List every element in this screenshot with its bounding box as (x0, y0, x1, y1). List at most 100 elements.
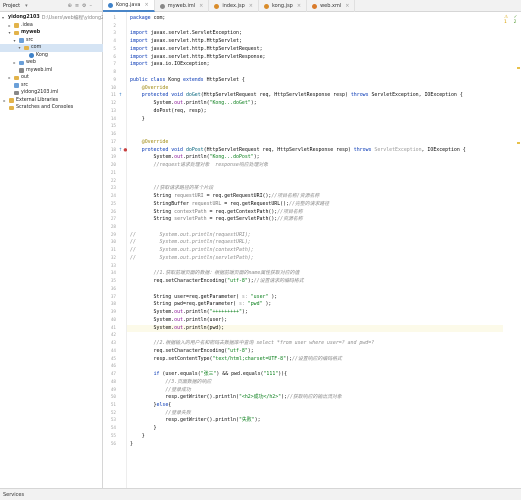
line-number: 20 (110, 163, 116, 169)
editor-tab[interactable]: web.xml × (307, 0, 356, 12)
close-icon[interactable]: × (145, 2, 149, 8)
project-panel-header[interactable]: Project ▾ ⊕ ≡ ⚙ – (0, 0, 103, 12)
tree-item[interactable]: ▸ .idea (0, 22, 103, 30)
code-line[interactable]: @Override (130, 85, 169, 93)
code-line[interactable]: import javax.servlet.http.HttpServlet; (130, 38, 242, 46)
code-line[interactable]: // System.out.println(servletPath); (130, 255, 254, 263)
locate-icon[interactable]: ⊕ (68, 3, 72, 9)
code-line[interactable]: String requestURI = req.getRequestURI();… (130, 193, 320, 201)
tree-item[interactable]: ▾ yidong2103 D:\Users\web编程\yidong2 (0, 14, 103, 22)
code-line[interactable]: String pwd=req.getParameter( s: "pwd" ); (130, 301, 272, 309)
editor-tab[interactable]: index.jsp × (209, 0, 259, 12)
file-type-icon (214, 3, 220, 9)
code-token: //获取请求路径的某个片段 (153, 185, 214, 192)
tree-item[interactable]: src (0, 82, 103, 90)
tree-item[interactable]: myweb.iml (0, 67, 103, 75)
code-editor[interactable]: package com; import javax.servlet.Servlet… (127, 12, 503, 488)
code-line[interactable]: package com; (130, 15, 165, 23)
tree-item[interactable]: Scratches and Consoles (0, 104, 103, 112)
code-line[interactable]: } (130, 433, 145, 441)
editor-tab[interactable]: kong.jsp × (259, 0, 308, 12)
check-count[interactable]: ✓ 2 (514, 15, 521, 25)
tree-item[interactable]: ▸ web (0, 59, 103, 67)
tree-item[interactable]: ▾ myweb (0, 29, 103, 37)
project-title[interactable]: Project (3, 3, 20, 9)
code-line[interactable]: import javax.servlet.http.HttpServletReq… (130, 46, 263, 54)
warning-marker[interactable] (517, 142, 520, 144)
gear-icon[interactable]: ⚙ (82, 3, 86, 9)
code-line[interactable]: //3.页面数据的响应 (130, 379, 211, 387)
chevron-down-icon[interactable]: ▾ (25, 3, 28, 9)
code-line[interactable]: //获取请求路径的某个片段 (130, 185, 214, 193)
code-line[interactable]: System.out.println("Kong...doGet"); (130, 100, 257, 108)
code-line[interactable]: resp.getWriter().println("失败"); (130, 417, 260, 425)
code-token: //2.根据输入的用户名和密码去数据库中查询 select *from user… (153, 340, 375, 347)
collapse-icon[interactable]: ≡ (75, 3, 79, 9)
tree-item[interactable]: ▾ src (0, 37, 103, 45)
expand-arrow-icon[interactable]: ▾ (12, 38, 17, 43)
code-token: "utf-8" (227, 278, 248, 285)
code-line[interactable]: public class Kong extends HttpServlet { (130, 77, 245, 85)
inspection-widget[interactable]: ⚠ 1 ✓ 2 (504, 15, 521, 25)
minimize-icon[interactable]: – (90, 3, 93, 9)
code-line[interactable]: req.setCharacterEncoding("utf-8"); (130, 348, 254, 356)
code-line[interactable]: } (130, 425, 157, 433)
collapse-arrow-icon[interactable]: ▸ (2, 98, 7, 103)
code-line[interactable]: // System.out.println(contextPath); (130, 247, 254, 255)
code-line[interactable]: } (130, 441, 133, 449)
expand-arrow-icon[interactable]: ▾ (7, 30, 12, 35)
close-icon[interactable]: × (249, 3, 253, 9)
code-line[interactable]: String user=req.getParameter( s: "user" … (130, 294, 278, 302)
close-icon[interactable]: × (345, 3, 349, 9)
code-line[interactable]: import java.io.IOException; (130, 61, 210, 69)
code-line[interactable]: import javax.servlet.http.HttpServletRes… (130, 54, 265, 62)
tree-item[interactable]: Kong (0, 52, 103, 60)
code-line[interactable]: System.out.println(user); (130, 317, 228, 325)
editor-tab[interactable]: myweb.iml × (155, 0, 210, 12)
code-line[interactable]: protected void doPost(HttpServletRequest… (130, 147, 466, 155)
close-icon[interactable]: × (297, 3, 301, 9)
code-line[interactable]: String servletPath = req.getServletPath(… (130, 216, 303, 224)
close-icon[interactable]: × (199, 3, 203, 9)
code-line[interactable]: import javax.servlet.ServletException; (130, 30, 242, 38)
tree-item[interactable]: yidong2103.iml (0, 89, 103, 97)
expand-arrow-icon[interactable]: ▾ (17, 45, 22, 50)
code-token: "pwd" (247, 301, 263, 308)
tree-item[interactable]: ▸ External Libraries (0, 97, 103, 105)
services-tool-button[interactable]: Services (3, 492, 24, 498)
code-line[interactable]: System.out.println(pwd); (127, 324, 503, 333)
code-line[interactable]: //request请求处理对象 response响应处理对象 (130, 162, 269, 170)
collapse-arrow-icon[interactable]: ▸ (12, 60, 17, 65)
code-line[interactable]: protected void doGet(HttpServletRequest … (130, 92, 463, 100)
code-line[interactable]: //1.获取前端页面的数据：根据前端页面的name属性获取对应的值 (130, 270, 300, 278)
code-line[interactable]: req.setCharacterEncoding("utf-8");//设置请求… (130, 278, 304, 286)
override-icon[interactable]: ↑ (118, 93, 123, 98)
code-line[interactable]: } (130, 116, 145, 124)
code-line[interactable]: if (user.equals("张三") && pwd.equals("111… (130, 371, 288, 379)
warning-count[interactable]: ⚠ 1 (504, 15, 512, 25)
code-line[interactable]: System.out.println("Kong...doPost"); (130, 154, 260, 162)
file-type-icon (263, 3, 269, 9)
collapse-arrow-icon[interactable]: ▸ (7, 75, 12, 80)
code-token: import (130, 38, 151, 45)
code-line[interactable]: StringBuffer requestURL = req.getRequest… (130, 201, 330, 209)
tree-item[interactable]: ▸ out (0, 74, 103, 82)
line-number: 8 (113, 70, 116, 76)
code-line[interactable]: // System.out.println(requestURL); (130, 239, 251, 247)
code-line[interactable]: }else{ (130, 402, 172, 410)
folder-blue-icon (19, 38, 24, 43)
expand-arrow-icon[interactable]: ▾ (2, 15, 4, 20)
code-line[interactable]: doPost(req, resp); (130, 108, 207, 116)
code-line[interactable]: // System.out.println(requestURI); (130, 232, 251, 240)
collapse-arrow-icon[interactable]: ▸ (7, 23, 12, 28)
code-line[interactable]: resp.getWriter().println("<h2>成功</h2>");… (130, 394, 341, 402)
code-line[interactable]: //2.根据输入的用户名和密码去数据库中查询 select *from user… (130, 340, 375, 348)
tree-item[interactable]: ▾ com (0, 44, 103, 52)
warning-marker[interactable] (517, 67, 520, 69)
code-token: "text/html;charset=UTF-8" (212, 355, 287, 362)
code-line[interactable]: System.out.println("+++++++++"); (130, 309, 248, 317)
code-line[interactable]: resp.setContentType("text/html;charset=U… (130, 356, 342, 364)
code-line[interactable]: @Override (130, 139, 169, 147)
editor-tab[interactable]: Kong.java × (103, 0, 155, 12)
